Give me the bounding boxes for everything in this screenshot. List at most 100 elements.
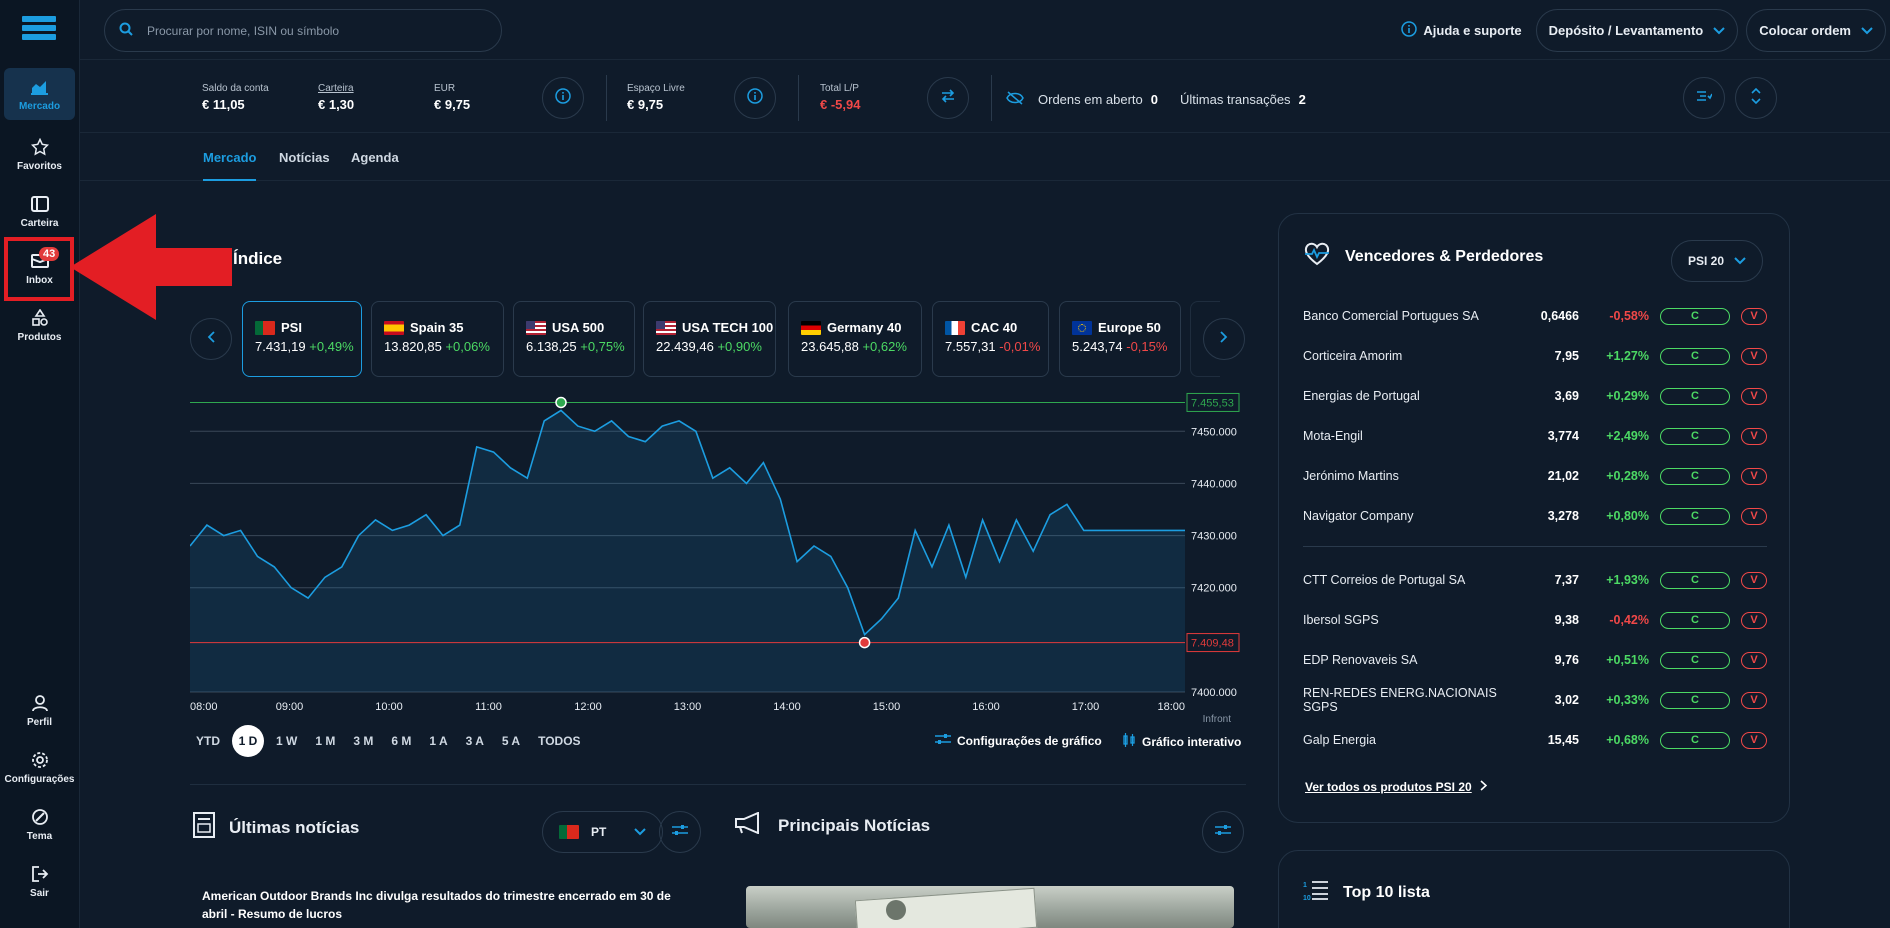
period-1d[interactable]: 1 D	[232, 725, 264, 757]
sidebar-item-sair[interactable]: Sair	[4, 855, 75, 907]
deposit-withdraw-button[interactable]: Depósito / Levantamento	[1535, 9, 1739, 52]
list-settings-button[interactable]	[1683, 77, 1725, 119]
see-all-psi20-link[interactable]: Ver todos os produtos PSI 20	[1305, 780, 1487, 794]
mover-row[interactable]: Banco Comercial Portugues SA 0,6466 -0,5…	[1303, 306, 1767, 326]
period-1a[interactable]: 1 A	[423, 725, 453, 757]
deposit-label: Depósito / Levantamento	[1548, 23, 1704, 38]
index-card-cac40[interactable]: CAC 40 7.557,31 -0,01%	[932, 301, 1049, 377]
mover-change: -0,42%	[1609, 613, 1649, 627]
y-tick-label: 7440.000	[1191, 478, 1237, 490]
sell-button[interactable]: V	[1741, 387, 1767, 405]
news-image[interactable]	[746, 886, 1234, 928]
tab-mercado[interactable]: Mercado	[203, 150, 257, 181]
period-ytd[interactable]: YTD	[190, 725, 226, 757]
mover-row[interactable]: Galp Energia 15,45 +0,68% CV	[1303, 730, 1767, 750]
buy-button[interactable]: C	[1660, 467, 1730, 485]
index-chart[interactable]: 7450.000 7440.000 7430.000 7420.000 7400.000…	[189, 392, 1240, 725]
period-6m[interactable]: 6 M	[385, 725, 417, 757]
sidebar-item-produtos[interactable]: Produtos	[4, 299, 75, 351]
sidebar-item-tema[interactable]: Tema	[4, 798, 75, 850]
sidebar-item-mercado[interactable]: Mercado	[4, 68, 75, 120]
mover-row[interactable]: EDP Renovaveis SA 9,76 +0,51% CV	[1303, 650, 1767, 670]
index-card-spain35[interactable]: Spain 35 13.820,85 +0,06%	[371, 301, 504, 377]
tab-agenda[interactable]: Agenda	[351, 150, 399, 179]
sell-button[interactable]: V	[1741, 691, 1767, 709]
sell-button[interactable]: V	[1741, 651, 1767, 669]
period-3m[interactable]: 3 M	[347, 725, 379, 757]
mover-row[interactable]: Ibersol SGPS 9,38 -0,42% CV	[1303, 610, 1767, 630]
search-input[interactable]: Procurar por nome, ISIN ou símbolo	[104, 9, 502, 52]
news-item-headline[interactable]: American Outdoor Brands Inc divulga resu…	[202, 887, 692, 923]
movers-index-select[interactable]: PSI 20	[1670, 240, 1763, 282]
sidebar-item-configuracoes[interactable]: Configurações	[4, 741, 75, 793]
place-order-button[interactable]: Colocar ordem	[1746, 9, 1886, 52]
mover-change: +0,68%	[1606, 733, 1649, 747]
index-price: 5.243,74	[1072, 339, 1123, 354]
low-label: 7.409,48	[1191, 638, 1234, 650]
mover-row[interactable]: REN-REDES ENERG.NACIONAIS SGPS 3,02 +0,3…	[1303, 686, 1767, 714]
mover-row[interactable]: CTT Correios de Portugal SA 7,37 +1,93% …	[1303, 570, 1767, 590]
main-tabs: Mercado Notícias Agenda	[80, 134, 1890, 181]
divider	[606, 75, 607, 121]
expand-button[interactable]	[1735, 77, 1777, 119]
buy-button[interactable]: C	[1660, 731, 1730, 749]
period-todos[interactable]: TODOS	[532, 725, 586, 757]
index-prev-button[interactable]	[190, 318, 232, 360]
info-button[interactable]	[734, 77, 776, 119]
sell-button[interactable]: V	[1741, 307, 1767, 325]
sell-button[interactable]: V	[1741, 731, 1767, 749]
main-news-filter-button[interactable]	[1202, 811, 1244, 853]
info-button[interactable]	[542, 77, 584, 119]
buy-button[interactable]: C	[1660, 427, 1730, 445]
mover-row[interactable]: Energias de Portugal 3,69 +0,29% CV	[1303, 386, 1767, 406]
index-card-germany40[interactable]: Germany 40 23.645,88 +0,62%	[788, 301, 922, 377]
index-card-usatech100[interactable]: USA TECH 100 22.439,46 +0,90%	[643, 301, 776, 377]
buy-button[interactable]: C	[1660, 611, 1730, 629]
buy-button[interactable]: C	[1660, 307, 1730, 325]
x-tick-label: 14:00	[773, 701, 801, 713]
index-card-psi[interactable]: PSI 7.431,19 +0,49%	[242, 301, 362, 377]
open-orders-count: 0	[1150, 92, 1159, 107]
sell-button[interactable]: V	[1741, 611, 1767, 629]
index-next-button[interactable]	[1203, 318, 1245, 360]
swap-button[interactable]	[927, 77, 969, 119]
help-link[interactable]: Ajuda e suporte	[1401, 21, 1522, 40]
period-5a[interactable]: 5 A	[496, 725, 526, 757]
portfolio-label[interactable]: Carteira	[318, 83, 354, 94]
buy-button[interactable]: C	[1660, 651, 1730, 669]
chart-config-button[interactable]: Configurações de gráfico	[935, 733, 1102, 748]
buy-button[interactable]: C	[1660, 387, 1730, 405]
app-logo[interactable]	[22, 16, 56, 40]
sell-button[interactable]: V	[1741, 571, 1767, 589]
eur-value: € 9,75	[434, 97, 471, 112]
period-1w[interactable]: 1 W	[270, 725, 303, 757]
mover-price: 3,02	[1554, 693, 1579, 707]
mover-row[interactable]: Navigator Company 3,278 +0,80% CV	[1303, 506, 1767, 526]
tab-noticias[interactable]: Notícias	[279, 150, 330, 179]
interactive-chart-button[interactable]: Gráfico interativo	[1122, 733, 1241, 750]
shapes-icon	[31, 307, 49, 329]
news-filter-button[interactable]	[659, 811, 701, 853]
mover-row[interactable]: Jerónimo Martins 21,02 +0,28% CV	[1303, 466, 1767, 486]
eye-off-icon[interactable]	[1006, 91, 1024, 108]
see-all-label: Ver todos os produtos PSI 20	[1305, 780, 1472, 794]
buy-button[interactable]: C	[1660, 571, 1730, 589]
sell-button[interactable]: V	[1741, 347, 1767, 365]
portfolio-value[interactable]: Carteira € 1,30	[318, 83, 354, 112]
period-1m[interactable]: 1 M	[309, 725, 341, 757]
index-card-europe50[interactable]: Europe 50 5.243,74 -0,15%	[1059, 301, 1181, 377]
buy-button[interactable]: C	[1660, 347, 1730, 365]
sidebar-item-perfil[interactable]: Perfil	[4, 684, 75, 736]
sell-button[interactable]: V	[1741, 507, 1767, 525]
mover-row[interactable]: Mota-Engil 3,774 +2,49% CV	[1303, 426, 1767, 446]
sell-button[interactable]: V	[1741, 427, 1767, 445]
index-card-usa500[interactable]: USA 500 6.138,25 +0,75%	[513, 301, 635, 377]
sidebar-item-favoritos[interactable]: Favoritos	[4, 128, 75, 180]
mover-row[interactable]: Corticeira Amorim 7,95 +1,27% CV	[1303, 346, 1767, 366]
sell-button[interactable]: V	[1741, 467, 1767, 485]
sidebar-item-carteira[interactable]: Carteira	[4, 185, 75, 237]
news-language-select[interactable]: PT	[542, 811, 664, 853]
buy-button[interactable]: C	[1660, 507, 1730, 525]
buy-button[interactable]: C	[1660, 691, 1730, 709]
period-3a[interactable]: 3 A	[460, 725, 490, 757]
